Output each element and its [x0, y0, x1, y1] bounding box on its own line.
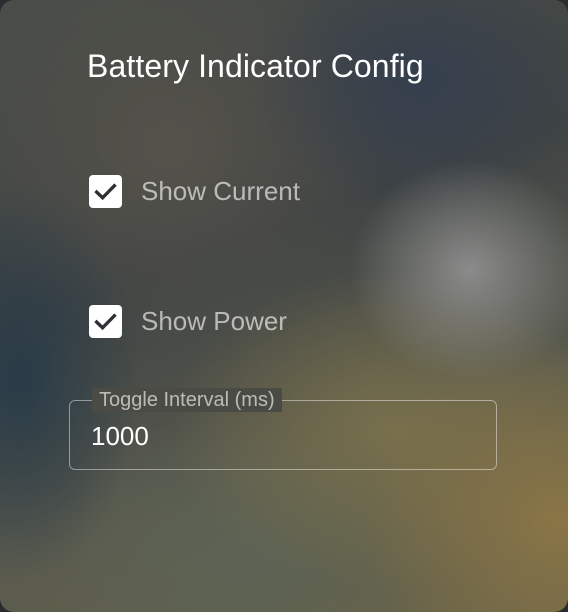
- panel-title: Battery Indicator Config: [87, 48, 424, 84]
- show-current-checkbox[interactable]: [89, 175, 122, 208]
- show-power-checkbox[interactable]: [89, 305, 122, 338]
- check-icon: [94, 313, 117, 331]
- show-current-option[interactable]: Show Current: [89, 175, 300, 208]
- toggle-interval-field[interactable]: Toggle Interval (ms): [69, 388, 497, 470]
- config-panel: Battery Indicator Config Show Current Sh…: [0, 0, 568, 612]
- show-power-option[interactable]: Show Power: [89, 305, 287, 338]
- show-current-label: Show Current: [141, 176, 300, 206]
- toggle-interval-input[interactable]: [91, 421, 471, 452]
- toggle-interval-label: Toggle Interval (ms): [92, 388, 282, 412]
- check-icon: [94, 183, 117, 201]
- show-power-label: Show Power: [141, 306, 287, 336]
